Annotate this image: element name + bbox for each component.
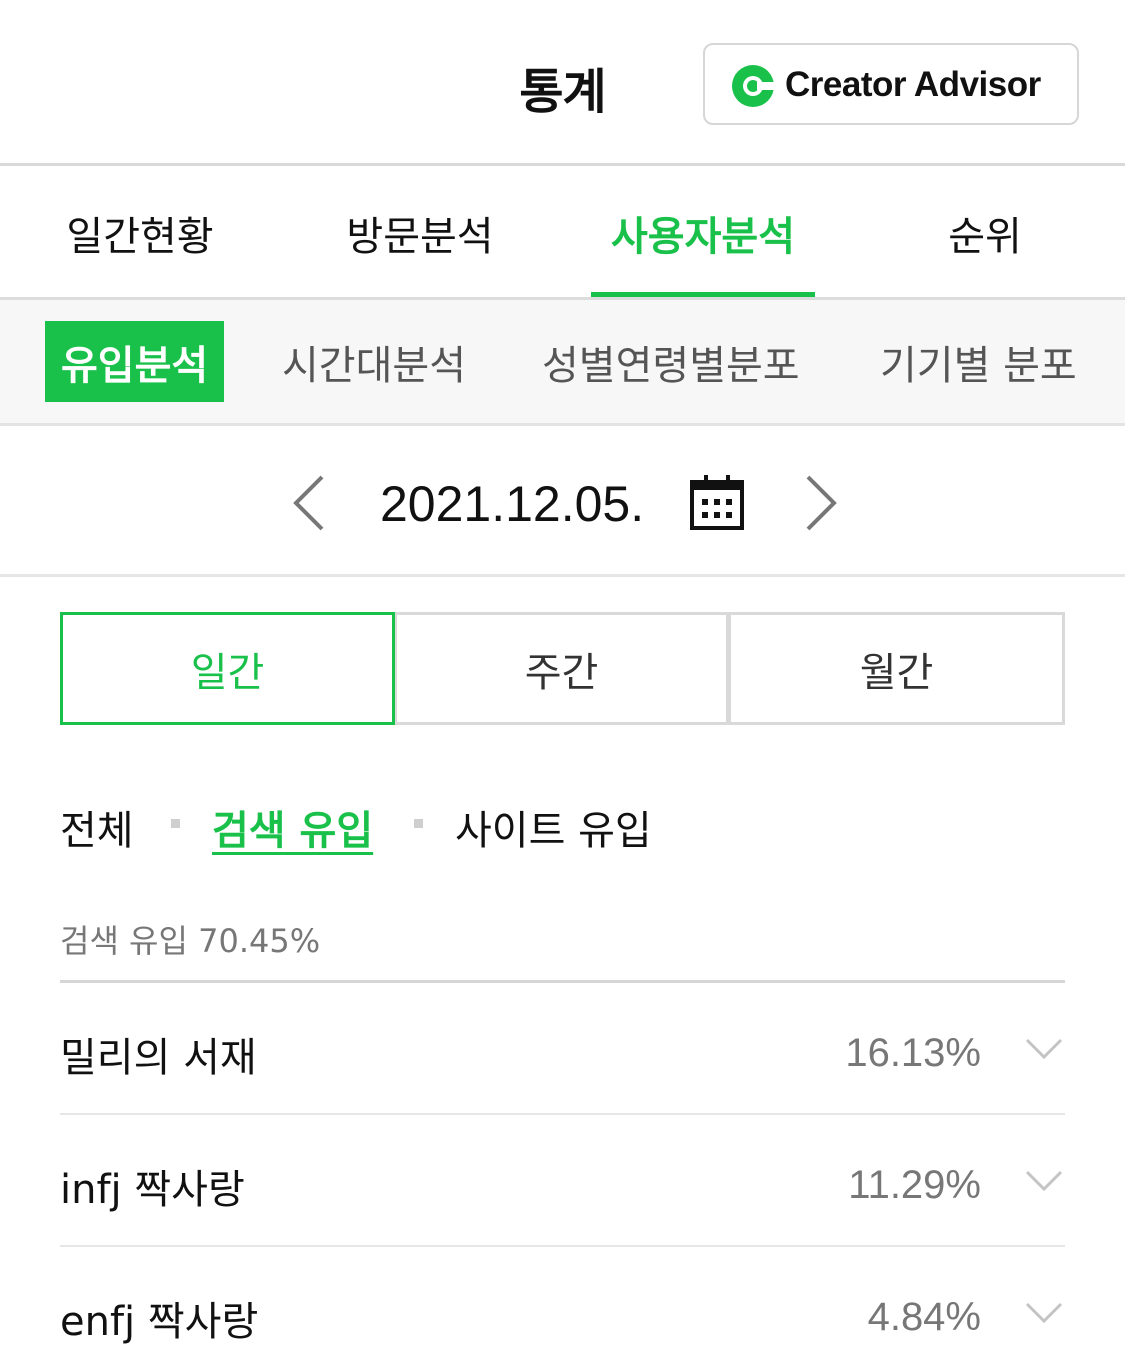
creator-advisor-button[interactable]: Creator Advisor xyxy=(703,43,1079,125)
keyword-row[interactable]: 밀리의 서재 16.13% xyxy=(60,983,1065,1115)
subtab-gender-age[interactable]: 성별연령별분포 xyxy=(542,321,800,402)
period-label: 주간 xyxy=(524,649,599,696)
subtab-inflow-analysis[interactable]: 유입분석 xyxy=(45,321,225,402)
keyword-percent: 11.29% xyxy=(848,1163,981,1207)
filter-label: 전체 xyxy=(60,808,134,854)
header: 통계 Creator Advisor xyxy=(0,0,1125,166)
tab-label: 순위 xyxy=(948,214,1022,260)
current-date: 2021.12.05. xyxy=(380,476,645,532)
period-weekly-button[interactable]: 주간 xyxy=(394,612,729,725)
subtab-label: 성별연령별분포 xyxy=(542,342,800,389)
keyword-percent: 16.13% xyxy=(845,1031,981,1075)
period-label: 일간 xyxy=(190,649,265,696)
filter-label: 사이트 유입 xyxy=(455,808,652,854)
period-label: 월간 xyxy=(859,649,934,696)
subtab-label: 시간대분석 xyxy=(282,342,466,389)
creator-advisor-label: Creator Advisor xyxy=(785,65,1041,104)
chevron-right-icon[interactable] xyxy=(800,473,840,533)
keyword-text: 밀리의 서재 xyxy=(60,1035,257,1081)
filter-all[interactable]: 전체 xyxy=(60,797,134,857)
tab-label: 일간현황 xyxy=(66,214,214,260)
filter-label: 검색 유입 xyxy=(212,808,374,854)
tab-label: 방문분석 xyxy=(346,214,494,260)
separator-dot xyxy=(414,819,423,828)
filter-site-inflow[interactable]: 사이트 유입 xyxy=(455,797,652,857)
period-daily-button[interactable]: 일간 xyxy=(60,612,395,725)
tab-daily-status[interactable]: 일간현황 xyxy=(40,169,240,297)
creator-advisor-logo-icon xyxy=(732,65,775,107)
tab-ranking[interactable]: 순위 xyxy=(900,169,1070,297)
sub-tabs: 유입분석 시간대분석 성별연령별분포 기기별 분포 xyxy=(0,300,1125,426)
subtab-device[interactable]: 기기별 분포 xyxy=(880,321,1077,402)
filter-search-inflow[interactable]: 검색 유입 xyxy=(212,797,373,857)
subtab-label: 유입분석 xyxy=(61,342,209,389)
tab-user-analysis[interactable]: 사용자분석 xyxy=(591,169,815,298)
main-tabs: 일간현황 방문분석 사용자분석 순위 xyxy=(0,169,1125,298)
chevron-down-icon[interactable] xyxy=(1025,1170,1063,1192)
keyword-percent: 4.84% xyxy=(867,1295,981,1339)
calendar-icon[interactable] xyxy=(690,474,744,530)
chevron-down-icon[interactable] xyxy=(1025,1038,1063,1060)
inflow-summary: 검색 유입 70.45% xyxy=(60,922,321,960)
keyword-text: enfj 짝사랑 xyxy=(60,1299,259,1345)
tab-visit-analysis[interactable]: 방문분석 xyxy=(320,169,520,297)
chevron-left-icon[interactable] xyxy=(290,473,330,533)
period-monthly-button[interactable]: 월간 xyxy=(728,612,1065,725)
date-navigator: 2021.12.05. xyxy=(0,429,1125,577)
subtab-label: 기기별 분포 xyxy=(880,342,1077,389)
keyword-row[interactable]: infj 짝사랑 11.29% xyxy=(60,1115,1065,1247)
chevron-down-icon[interactable] xyxy=(1025,1302,1063,1324)
keyword-row[interactable]: enfj 짝사랑 4.84% xyxy=(60,1247,1065,1369)
tab-label: 사용자분석 xyxy=(611,214,795,260)
keyword-text: infj 짝사랑 xyxy=(60,1167,245,1213)
subtab-time-analysis[interactable]: 시간대분석 xyxy=(282,321,466,402)
separator-dot xyxy=(171,819,180,828)
